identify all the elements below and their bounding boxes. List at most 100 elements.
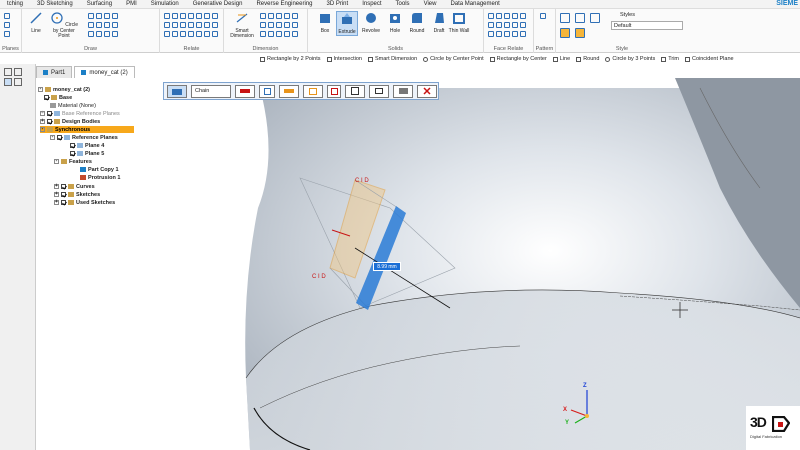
cmd-rectangle-2-points[interactable]: Rectangle by 2 Points <box>260 56 321 62</box>
dimension-value-box[interactable]: 8.99 mm <box>373 262 401 271</box>
draw-tool-icon[interactable] <box>104 13 110 19</box>
line-button[interactable]: Line <box>25 11 47 34</box>
cmd-coincident-plane[interactable]: Coincident Plane <box>685 56 734 62</box>
menu-tab-sketching[interactable]: tching <box>0 1 30 7</box>
checkbox-checked-icon[interactable] <box>57 135 62 140</box>
cmd-intersection[interactable]: Intersection <box>326 56 362 62</box>
face-relate-icon[interactable] <box>512 31 518 37</box>
relate-tool-icon[interactable] <box>188 13 194 19</box>
relate-tool-icon[interactable] <box>196 13 202 19</box>
thin-wall-button[interactable]: Thin Wall <box>448 11 470 34</box>
relate-tool-icon[interactable] <box>212 22 218 28</box>
tree-protrusion[interactable]: Protrusion 1 <box>80 174 120 181</box>
dimension-tool-icon[interactable] <box>284 13 290 19</box>
dimension-tool-icon[interactable] <box>276 22 282 28</box>
draw-tool-icon[interactable] <box>112 31 118 37</box>
menu-tab-view[interactable]: View <box>417 1 444 7</box>
face-relate-icon[interactable] <box>512 22 518 28</box>
collapse-icon[interactable]: - <box>54 159 59 164</box>
model-viewport[interactable]: C I D C I D Z X Y <box>160 78 800 450</box>
layers-icon[interactable] <box>14 78 22 86</box>
cmd-circle-center[interactable]: Circle by Center Point <box>423 56 484 62</box>
expand-icon[interactable]: + <box>40 119 45 124</box>
menu-tab-surfacing[interactable]: Surfacing <box>80 1 119 7</box>
doc-tab-part1[interactable]: Part1 <box>36 66 73 78</box>
checkbox-checked-icon[interactable] <box>61 192 66 197</box>
checkbox-checked-icon[interactable] <box>61 200 66 205</box>
tree-reference-planes[interactable]: - Reference Planes <box>50 134 118 141</box>
color-select-button[interactable] <box>235 84 255 98</box>
plane-icon[interactable] <box>4 13 10 19</box>
symmetric-button[interactable] <box>327 84 341 98</box>
menu-tab-tools[interactable]: Tools <box>389 1 417 7</box>
tree-design-bodies[interactable]: + Design Bodies <box>40 118 100 125</box>
dimension-tool-icon[interactable] <box>268 31 274 37</box>
dimension-tool-icon[interactable] <box>292 13 298 19</box>
tree-used-sketches[interactable]: + Used Sketches <box>54 199 115 206</box>
tree-plane-5[interactable]: Plane 5 <box>70 150 104 157</box>
cmd-rectangle-center[interactable]: Rectangle by Center <box>489 56 547 62</box>
doc-tab-money-cat[interactable]: money_cat (2) <box>74 66 135 78</box>
draw-tool-icon[interactable] <box>104 22 110 28</box>
settings-button[interactable] <box>393 84 413 98</box>
face-relate-icon[interactable] <box>496 22 502 28</box>
view-cube-icon[interactable] <box>575 13 585 23</box>
relate-tool-icon[interactable] <box>204 22 210 28</box>
menu-tab-3d-print[interactable]: 3D Print <box>320 1 356 7</box>
expand-icon[interactable]: + <box>54 192 59 197</box>
tree-material[interactable]: Material (None) <box>50 102 96 109</box>
tree-synchronous[interactable]: - Synchronous <box>40 126 135 133</box>
face-relate-icon[interactable] <box>512 13 518 19</box>
pin-icon[interactable] <box>4 68 12 76</box>
select-mode-button[interactable] <box>167 84 187 98</box>
checkbox-checked-icon[interactable] <box>70 151 75 156</box>
face-relate-icon[interactable] <box>504 31 510 37</box>
round-button[interactable]: Round <box>406 11 428 34</box>
menu-tab-data-management[interactable]: Data Management <box>443 1 506 7</box>
relate-tool-icon[interactable] <box>212 13 218 19</box>
direction-button[interactable] <box>303 84 323 98</box>
draw-tool-icon[interactable] <box>96 31 102 37</box>
view-orient-icon[interactable] <box>590 13 600 23</box>
dimension-tool-icon[interactable] <box>268 13 274 19</box>
cancel-button[interactable] <box>417 84 437 98</box>
relate-tool-icon[interactable] <box>204 31 210 37</box>
circle-center-button[interactable]: Circle by Center Point <box>49 11 79 40</box>
menu-tab-generative-design[interactable]: Generative Design <box>186 1 250 7</box>
dimension-tool-icon[interactable] <box>284 22 290 28</box>
collapse-icon[interactable]: - <box>38 87 43 92</box>
face-relate-icon[interactable] <box>496 31 502 37</box>
tree-base[interactable]: Base <box>44 94 72 101</box>
cmd-round[interactable]: Round <box>576 56 599 62</box>
relate-tool-icon[interactable] <box>196 31 202 37</box>
tree-curves[interactable]: + Curves <box>54 183 95 190</box>
dimension-tool-icon[interactable] <box>292 22 298 28</box>
face-relate-icon[interactable] <box>520 31 526 37</box>
styles-select[interactable]: Default <box>611 21 683 30</box>
shaded-edges-icon[interactable] <box>575 28 585 38</box>
relate-tool-icon[interactable] <box>164 22 170 28</box>
relate-tool-icon[interactable] <box>188 31 194 37</box>
expand-icon[interactable]: + <box>40 111 45 116</box>
side-step-button[interactable] <box>345 84 365 98</box>
dimension-tool-icon[interactable] <box>276 13 282 19</box>
dimension-tool-icon[interactable] <box>260 31 266 37</box>
checkbox-checked-icon[interactable] <box>47 119 52 124</box>
display-button[interactable] <box>369 84 389 98</box>
revolve-button[interactable]: Revolve <box>360 11 382 34</box>
draw-tool-icon[interactable] <box>112 22 118 28</box>
pattern-icon[interactable] <box>540 13 546 19</box>
tree-features[interactable]: - Features <box>54 158 92 165</box>
relate-tool-icon[interactable] <box>164 31 170 37</box>
draw-tool-icon[interactable] <box>112 13 118 19</box>
keypoints-button[interactable] <box>259 84 275 98</box>
cmd-trim[interactable]: Trim <box>661 56 679 62</box>
box-button[interactable]: Box <box>314 11 336 34</box>
relate-tool-icon[interactable] <box>172 22 178 28</box>
smart-dimension-button[interactable]: Smart Dimension <box>228 11 256 40</box>
checkbox-checked-icon[interactable] <box>70 143 75 148</box>
draw-tool-icon[interactable] <box>88 22 94 28</box>
face-relate-icon[interactable] <box>504 22 510 28</box>
collapse-icon[interactable]: - <box>50 135 55 140</box>
plane-offset-icon[interactable] <box>4 22 10 28</box>
